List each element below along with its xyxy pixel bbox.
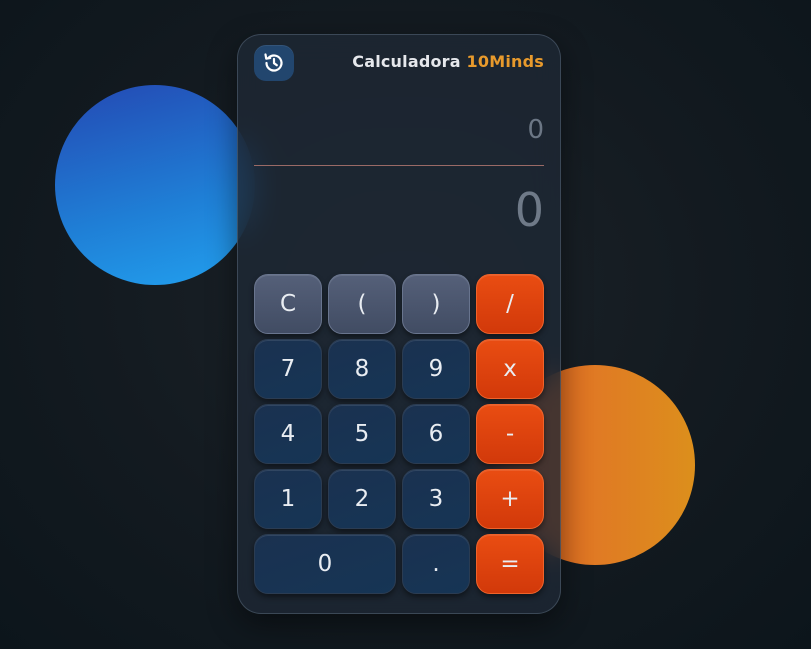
background-blue-circle	[55, 85, 255, 285]
clear-button[interactable]: C	[254, 274, 322, 334]
history-button[interactable]	[254, 45, 294, 81]
open-paren-button[interactable]: (	[328, 274, 396, 334]
display-divider	[254, 165, 544, 166]
app-title: Calculadora 10Minds	[352, 52, 544, 71]
digit-5-button[interactable]: 5	[328, 404, 396, 464]
app-title-text: Calculadora	[352, 52, 461, 71]
app-title-accent: 10Minds	[466, 52, 544, 71]
multiply-button[interactable]: x	[476, 339, 544, 399]
subtract-button[interactable]: -	[476, 404, 544, 464]
add-button[interactable]: +	[476, 469, 544, 529]
calculator-panel: Calculadora 10Minds 0 0 C ( ) / 7 8 9 x …	[237, 34, 561, 614]
expression-display: 0	[527, 115, 544, 145]
divide-button[interactable]: /	[476, 274, 544, 334]
digit-0-button[interactable]: 0	[254, 534, 396, 594]
equals-button[interactable]: =	[476, 534, 544, 594]
digit-4-button[interactable]: 4	[254, 404, 322, 464]
digit-9-button[interactable]: 9	[402, 339, 470, 399]
digit-1-button[interactable]: 1	[254, 469, 322, 529]
digit-7-button[interactable]: 7	[254, 339, 322, 399]
close-paren-button[interactable]: )	[402, 274, 470, 334]
keypad: C ( ) / 7 8 9 x 4 5 6 - 1 2 3 + 0 . =	[254, 274, 544, 594]
result-display: 0	[514, 183, 544, 237]
digit-8-button[interactable]: 8	[328, 339, 396, 399]
history-icon	[264, 53, 283, 72]
digit-2-button[interactable]: 2	[328, 469, 396, 529]
digit-6-button[interactable]: 6	[402, 404, 470, 464]
decimal-button[interactable]: .	[402, 534, 470, 594]
digit-3-button[interactable]: 3	[402, 469, 470, 529]
